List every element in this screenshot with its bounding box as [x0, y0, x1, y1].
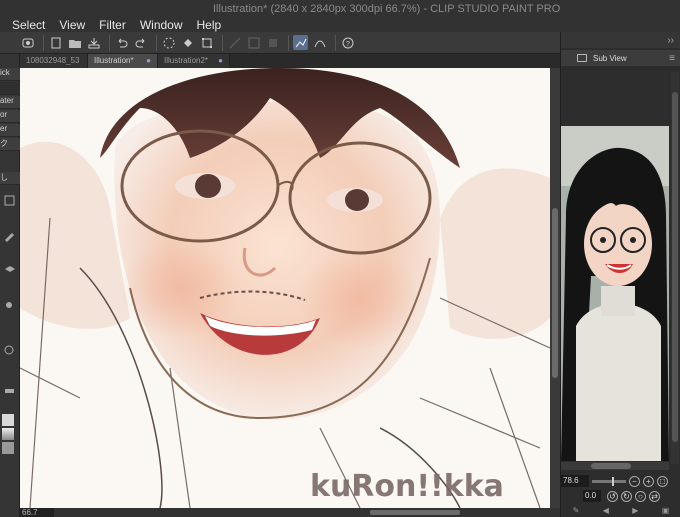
layer-icon[interactable] [3, 264, 16, 277]
tab-108032948[interactable]: 108032948_53 [20, 54, 88, 68]
eraser-icon[interactable] [3, 384, 16, 397]
strip-label[interactable]: or [0, 110, 20, 123]
tab-label: 108032948_53 [26, 56, 80, 65]
tab-illustration2[interactable]: Illustration2* ● [158, 54, 230, 68]
illustration-artwork: kuRon!!kka [20, 68, 550, 508]
stroke-icon[interactable] [293, 35, 308, 50]
redo-icon[interactable] [133, 35, 148, 50]
sub-view-horizontal-scrollbar[interactable] [561, 462, 669, 470]
command-bar: ? [0, 32, 560, 54]
zoom-out-icon[interactable]: − [629, 475, 640, 487]
toolbar-separator [335, 34, 336, 51]
pen-icon[interactable] [3, 229, 16, 242]
help-icon[interactable]: ? [340, 35, 355, 50]
strip-label[interactable]: er [0, 124, 20, 137]
strip-label[interactable]: ク [0, 138, 20, 151]
sub-view-header: Sub View ≡ [561, 50, 680, 66]
close-tab-icon[interactable]: ● [218, 54, 223, 68]
panel-title[interactable]: Sub View [593, 54, 627, 63]
zoom-in-icon[interactable]: + [643, 475, 654, 487]
eyedropper-icon[interactable]: ✎ [573, 506, 580, 515]
settings-icon[interactable] [3, 344, 16, 357]
window-title: Illustration* (2840 x 2840px 300dpi 66.7… [213, 3, 561, 15]
canvas-tabs: 108032948_53 Illustration* ● Illustration… [20, 54, 560, 68]
close-tab-icon[interactable]: ● [146, 54, 151, 68]
sub-view-rotate-controls: 0.0 ↺ ↻ ○ ⇄ [561, 489, 680, 503]
menubar: Select View Filter Window Help Illustrat… [0, 0, 680, 32]
toolbar-separator [288, 34, 289, 51]
reference-photo [561, 126, 669, 461]
fill-icon[interactable] [180, 35, 195, 50]
delete-image-icon[interactable]: ▣ [662, 506, 670, 515]
tab-label: Illustration2* [164, 56, 209, 65]
collapse-panel-icon[interactable]: ›› [667, 35, 674, 46]
rotate-left-icon[interactable]: ↺ [607, 490, 618, 502]
sub-view-zoom-controls: 78.6 − + □ [561, 474, 680, 488]
brush-icon[interactable] [3, 299, 16, 312]
drawing-canvas[interactable]: kuRon!!kka [20, 68, 550, 508]
horizontal-scroll-thumb[interactable] [370, 510, 460, 515]
sub-view-bottom-controls: ✎ ◀ ▶ ▣ [561, 504, 680, 516]
panel-top-bar: ›› [561, 32, 680, 48]
open-folder-icon[interactable] [67, 35, 82, 50]
transform-icon[interactable] [199, 35, 214, 50]
toolbar-separator [109, 34, 110, 51]
canvas-vertical-scrollbar[interactable] [550, 68, 560, 508]
save-icon[interactable] [86, 35, 101, 50]
expand-icon[interactable] [3, 194, 16, 207]
toolbar-separator [222, 34, 223, 51]
snap-ruler-icon[interactable] [227, 35, 242, 50]
next-image-icon[interactable]: ▶ [632, 506, 638, 515]
strip-label[interactable]: ick [0, 68, 20, 81]
signature-watermark: kuRon!!kka [310, 469, 504, 504]
main-color-swatch[interactable] [2, 414, 14, 426]
sub-color-swatch[interactable] [2, 428, 14, 440]
strip-label[interactable] [0, 82, 20, 95]
snap-grid-icon[interactable] [246, 35, 261, 50]
toolbar-separator [156, 34, 157, 51]
fit-icon[interactable]: □ [657, 475, 668, 487]
tab-illustration[interactable]: Illustration* ● [88, 54, 158, 68]
reset-rotation-icon[interactable]: ○ [635, 490, 646, 502]
stroke-smooth-icon[interactable] [312, 35, 327, 50]
snap-special-icon[interactable] [265, 35, 280, 50]
sub-view-panel: ›› Sub View ≡ 78.6 − + □ 0.0 ↺ ↻ ○ ⇄ ✎ ◀… [560, 32, 680, 517]
panel-menu-icon[interactable]: ≡ [669, 53, 675, 64]
zoom-readout[interactable]: 66.7 [20, 508, 54, 517]
scroll-thumb[interactable] [552, 208, 558, 378]
tool-property-strip: ick ater or er ク し [0, 54, 20, 517]
sub-view-vertical-scrollbar[interactable] [671, 72, 679, 464]
status-bar: 66.7 [20, 508, 560, 517]
zoom-value-field[interactable]: 78.6 [561, 475, 589, 487]
zoom-slider[interactable] [592, 476, 626, 486]
transparent-swatch[interactable] [2, 442, 14, 454]
undo-icon[interactable] [114, 35, 129, 50]
navigator-icon[interactable] [20, 35, 35, 50]
menu-window[interactable]: Window [133, 0, 190, 32]
flip-icon[interactable]: ⇄ [649, 490, 660, 502]
tab-label: Illustration* [94, 56, 134, 65]
svg-text:?: ? [346, 41, 350, 48]
loading-icon[interactable] [161, 35, 176, 50]
rotate-right-icon[interactable]: ↻ [621, 490, 632, 502]
toolbar-separator [43, 34, 44, 51]
reference-image[interactable] [561, 126, 669, 461]
menu-select[interactable]: Select [0, 0, 52, 32]
menu-filter[interactable]: Filter [92, 0, 133, 32]
scroll-thumb[interactable] [672, 92, 678, 442]
camera-icon [577, 54, 587, 62]
clip-studio-window: Select View Filter Window Help Illustrat… [0, 0, 680, 517]
angle-value-field[interactable]: 0.0 [583, 490, 601, 502]
menu-view[interactable]: View [52, 0, 92, 32]
scroll-thumb[interactable] [591, 463, 631, 469]
strip-label[interactable]: し [0, 172, 20, 185]
prev-image-icon[interactable]: ◀ [603, 506, 609, 515]
new-file-icon[interactable] [48, 35, 63, 50]
strip-label[interactable]: ater [0, 96, 20, 109]
